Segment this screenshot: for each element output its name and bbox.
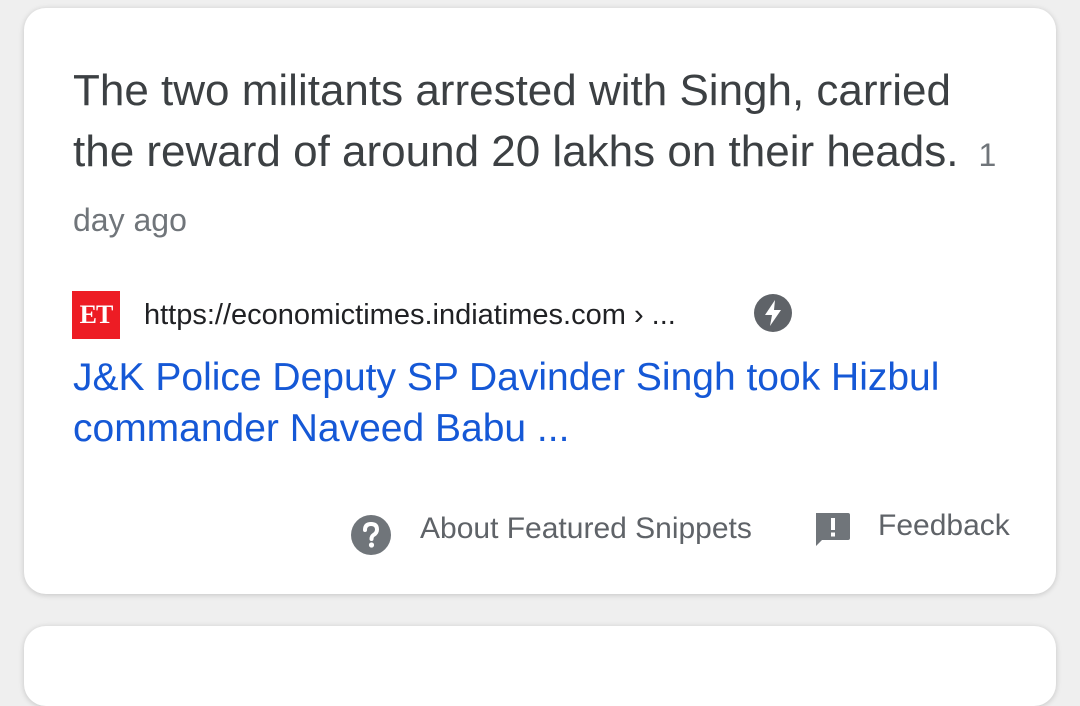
result-title-link[interactable]: J&K Police Deputy SP Davinder Singh took…: [73, 352, 1033, 454]
feedback-icon: [816, 513, 850, 546]
source-url[interactable]: https://economictimes.indiatimes.com › .…: [144, 299, 676, 332]
snippet-text-block: The two militants arrested with Singh, c…: [73, 60, 1023, 251]
source-favicon: ET: [72, 291, 120, 339]
snippet-text: The two militants arrested with Singh, c…: [73, 66, 959, 176]
next-result-card: [24, 626, 1056, 706]
amp-bolt-icon: [754, 294, 792, 332]
featured-snippet-card: The two militants arrested with Singh, c…: [24, 8, 1056, 594]
about-featured-snippets-button[interactable]: About Featured Snippets: [350, 502, 752, 556]
feedback-label: Feedback: [878, 509, 1010, 542]
help-circle-icon: [351, 515, 391, 555]
source-row[interactable]: ET https://economictimes.indiatimes.com …: [72, 290, 676, 340]
about-featured-snippets-label: About Featured Snippets: [420, 512, 752, 545]
feedback-button[interactable]: Feedback: [812, 502, 1010, 550]
